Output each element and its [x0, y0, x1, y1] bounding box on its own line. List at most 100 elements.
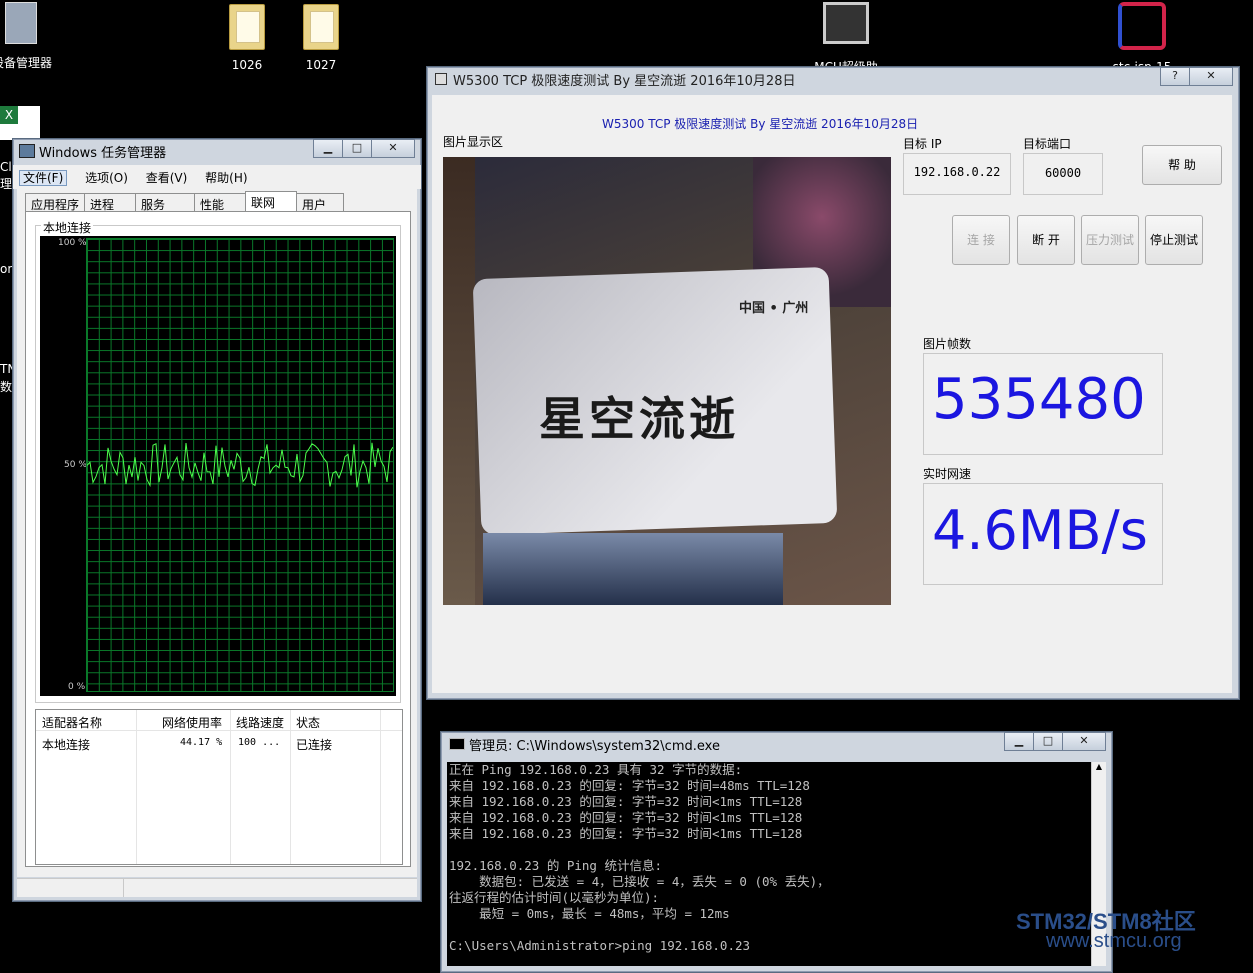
target-port-field[interactable]: 60000 [1023, 153, 1103, 195]
table-row[interactable]: 本地连接 44.17 % 100 ... 已连接 [36, 734, 402, 752]
image-card-small-text: 中国 • 广州 [739, 301, 809, 316]
target-ip-field[interactable]: 192.168.0.22 [903, 153, 1011, 195]
axis-label-mid: 50 % [64, 460, 87, 470]
target-ip-label: 目标 IP [903, 137, 942, 151]
usage-cell: 44.17 % [180, 737, 223, 748]
folder-icon [303, 4, 339, 50]
desktop-icon-folder-1026[interactable]: 1026 [222, 4, 272, 72]
console-line: 来自 192.168.0.23 的回复: 字节=32 时间<1ms TTL=12… [449, 810, 803, 825]
target-port-label: 目标端口 [1023, 137, 1072, 151]
help-caption-button[interactable]: ? [1160, 67, 1190, 86]
console-line: 往返行程的估计时间(以毫秒为单位): [449, 890, 660, 905]
menu-view[interactable]: 查看(V) [146, 171, 188, 185]
stress-test-button[interactable]: 压力测试 [1081, 215, 1139, 265]
tab-services[interactable]: 服务 [135, 193, 195, 212]
desktop-excel-icon[interactable]: X [0, 106, 40, 140]
tab-strip: 应用程序 进程 服务 性能 联网 用户 [25, 191, 344, 212]
watermark-url: www.stmcu.org [1046, 930, 1182, 952]
desktop-icon-folder-1027[interactable]: 1027 [296, 4, 346, 72]
device-manager-icon [5, 2, 37, 44]
console-line: 来自 192.168.0.23 的回复: 字节=32 时间<1ms TTL=12… [449, 826, 803, 841]
close-button[interactable]: ✕ [1189, 67, 1233, 86]
minimize-button[interactable]: ▁ [313, 139, 343, 158]
maximize-button[interactable]: □ [342, 139, 372, 158]
console-line: 数据包: 已发送 = 4，已接收 = 4，丢失 = 0 (0% 丢失)， [449, 874, 830, 889]
column-header[interactable]: 适配器名称 [42, 714, 102, 731]
utilization-series [87, 442, 393, 488]
desktop-icon-device-manager[interactable]: 设备管理器 [0, 2, 52, 71]
window-title: W5300 TCP 极限速度测试 By 星空流逝 2016年10月28日 [453, 74, 796, 89]
disconnect-button[interactable]: 断 开 [1017, 215, 1075, 265]
connect-button[interactable]: 连 接 [952, 215, 1010, 265]
menu-file[interactable]: 文件(F) [19, 170, 68, 186]
mcu-monitor-icon [823, 2, 869, 44]
network-graph-area: 100 % 50 % 0 % [40, 236, 396, 696]
tab-applications[interactable]: 应用程序 [25, 193, 85, 212]
desktop-icon-mcu[interactable]: MCU超级助 [808, 2, 884, 75]
group-label: 本地连接 [41, 219, 94, 236]
maximize-button[interactable]: □ [1033, 732, 1063, 751]
console-line: 来自 192.168.0.23 的回复: 字节=32 时间<1ms TTL=12… [449, 794, 803, 809]
status-bar [17, 878, 417, 897]
speed-cell: 100 ... [238, 737, 281, 748]
menu-options[interactable]: 选项(O) [85, 171, 128, 185]
header-title: W5300 TCP 极限速度测试 By 星空流逝 2016年10月28日 [602, 117, 919, 131]
folder-icon [229, 4, 265, 50]
image-bg-left [443, 157, 475, 605]
axis-label-bottom: 0 % [68, 682, 86, 692]
scroll-up-arrow[interactable]: ▲ [1092, 762, 1106, 776]
w5300-titlebar[interactable]: W5300 TCP 极限速度测试 By 星空流逝 2016年10月28日 ? ✕ [427, 67, 1239, 89]
w5300-window: W5300 TCP 极限速度测试 By 星空流逝 2016年10月28日 ? ✕… [426, 66, 1240, 700]
status-cell: 已连接 [296, 738, 333, 752]
desktop-left-fragment: Cl [0, 160, 12, 174]
tab-users[interactable]: 用户 [296, 193, 344, 212]
close-button[interactable]: ✕ [1062, 732, 1106, 751]
axis-label-top: 100 % [58, 238, 87, 248]
minimize-button[interactable]: ▁ [1004, 732, 1034, 751]
image-display: 中国 • 广州 星空流逝 [443, 157, 891, 605]
cmd-titlebar[interactable]: 管理员: C:\Windows\system32\cmd.exe ▁ □ ✕ [441, 732, 1112, 754]
w5300-client: W5300 TCP 极限速度测试 By 星空流逝 2016年10月28日 图片显… [432, 95, 1232, 693]
tab-networking[interactable]: 联网 [245, 191, 297, 212]
close-button[interactable]: ✕ [371, 139, 415, 158]
menu-bar: 文件(F) 选项(O) 查看(V) 帮助(H) [13, 165, 421, 189]
frames-label: 图片帧数 [923, 337, 972, 351]
network-utilization-graph [86, 238, 394, 692]
cmd-app-icon [449, 738, 465, 750]
desktop-icon-label: 1027 [305, 58, 337, 72]
console-line: 正在 Ping 192.168.0.23 具有 32 字节的数据: [449, 762, 743, 777]
desktop-left-fragment: 数 [0, 380, 13, 394]
menu-help[interactable]: 帮助(H) [205, 171, 247, 185]
help-button[interactable]: 帮 助 [1142, 145, 1222, 185]
image-card-big-text: 星空流逝 [539, 392, 739, 446]
image-area-label: 图片显示区 [443, 135, 504, 149]
cmd-window: 管理员: C:\Windows\system32\cmd.exe ▁ □ ✕ 正… [440, 731, 1113, 973]
image-bottom-object [483, 533, 783, 605]
stop-test-button[interactable]: 停止测试 [1145, 215, 1203, 265]
desktop-left-fragment: 理 [0, 177, 13, 191]
console-line: 来自 192.168.0.23 的回复: 字节=32 时间=48ms TTL=1… [449, 778, 810, 793]
column-header[interactable]: 线路速度 [236, 714, 284, 731]
tab-performance[interactable]: 性能 [194, 193, 246, 212]
table-header: 适配器名称 网络使用率 线路速度 状态 [36, 710, 402, 731]
column-header[interactable]: 状态 [296, 714, 320, 731]
tab-processes[interactable]: 进程 [84, 193, 136, 212]
desktop-icon-label: 设备管理器 [0, 56, 52, 70]
console-line: 最短 = 0ms，最长 = 48ms，平均 = 12ms [449, 906, 730, 921]
speed-label: 实时网速 [923, 467, 972, 481]
console-line: 192.168.0.23 的 Ping 统计信息: [449, 858, 663, 873]
task-manager-titlebar[interactable]: Windows 任务管理器 ▁ □ ✕ [13, 139, 421, 161]
adapter-name-cell: 本地连接 [42, 738, 91, 752]
desktop-icon-stc-isp[interactable]: stc-isp-15 [1104, 2, 1180, 74]
desktop-icon-label: 1026 [231, 58, 263, 72]
excel-icon: X [0, 106, 18, 124]
stc-isp-icon [1118, 2, 1166, 50]
task-manager-window: Windows 任务管理器 ▁ □ ✕ 文件(F) 选项(O) 查看(V) 帮助… [12, 138, 422, 902]
column-header[interactable]: 网络使用率 [162, 714, 222, 731]
task-manager-app-icon [19, 144, 35, 158]
w5300-app-icon [435, 73, 447, 85]
console-output[interactable]: 正在 Ping 192.168.0.23 具有 32 字节的数据: 来自 192.… [447, 762, 1091, 966]
utilization-line [87, 442, 393, 488]
